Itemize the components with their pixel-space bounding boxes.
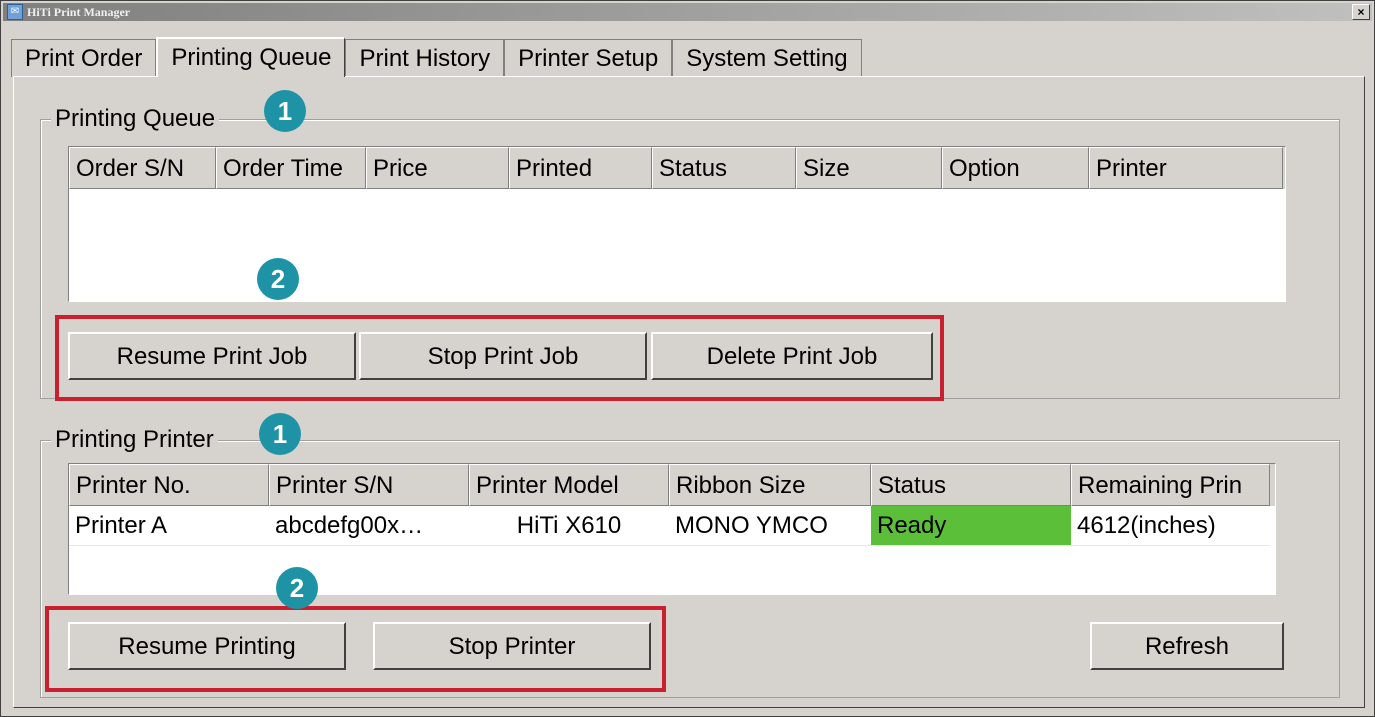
queue-col-option[interactable]: Option: [942, 147, 1089, 189]
tab-page: Printing Queue Order S/N Order Time Pric…: [13, 76, 1365, 708]
printer-model-cell: HiTi X610: [469, 506, 669, 546]
stop-printer-button[interactable]: Stop Printer: [373, 622, 651, 670]
printer-status-cell: Ready: [871, 506, 1071, 546]
tab-print-order[interactable]: Print Order: [11, 39, 157, 77]
printer-col-model[interactable]: Printer Model: [469, 464, 669, 506]
printer-no-cell: Printer A: [69, 506, 269, 546]
app-icon: ✉: [7, 4, 23, 20]
queue-listview[interactable]: Order S/N Order Time Price Printed Statu…: [68, 146, 1286, 302]
queue-header: Order S/N Order Time Price Printed Statu…: [69, 147, 1285, 189]
queue-col-price[interactable]: Price: [366, 147, 509, 189]
queue-col-order-time[interactable]: Order Time: [216, 147, 366, 189]
title-bar: ✉ HiTi Print Manager ×: [3, 3, 1372, 21]
printing-queue-group-label: Printing Queue: [51, 105, 220, 133]
refresh-button[interactable]: Refresh: [1090, 622, 1284, 670]
printer-step-2-badge: 2: [276, 567, 318, 609]
resume-printing-button[interactable]: Resume Printing: [68, 622, 346, 670]
delete-print-job-button[interactable]: Delete Print Job: [651, 332, 933, 380]
printer-sn-cell: abcdefg00x…: [269, 506, 469, 546]
printing-printer-group: Printing Printer Printer No. Printer S/N…: [40, 426, 1340, 698]
resume-print-job-button[interactable]: Resume Print Job: [68, 332, 356, 380]
queue-col-printer[interactable]: Printer: [1089, 147, 1283, 189]
close-button[interactable]: ×: [1352, 4, 1370, 20]
app-window: ✉ HiTi Print Manager × Print Order Print…: [0, 0, 1375, 717]
printer-col-remaining[interactable]: Remaining Prin: [1071, 464, 1270, 506]
tab-bar: Print Order Printing Queue Print History…: [11, 37, 862, 77]
printer-header: Printer No. Printer S/N Printer Model Ri…: [69, 464, 1275, 506]
tab-print-history[interactable]: Print History: [345, 39, 505, 77]
printer-remaining-cell: 4612(inches): [1071, 506, 1270, 546]
printing-printer-group-label: Printing Printer: [51, 426, 218, 454]
printing-queue-group: Printing Queue Order S/N Order Time Pric…: [40, 105, 1340, 401]
printer-col-no[interactable]: Printer No.: [69, 464, 269, 506]
printer-col-sn[interactable]: Printer S/N: [269, 464, 469, 506]
queue-col-size[interactable]: Size: [796, 147, 942, 189]
tab-printing-queue[interactable]: Printing Queue: [156, 37, 346, 77]
queue-col-order-sn[interactable]: Order S/N: [69, 147, 216, 189]
printer-col-ribbon[interactable]: Ribbon Size: [669, 464, 871, 506]
tab-printer-setup[interactable]: Printer Setup: [504, 39, 673, 77]
queue-step-1-badge: 1: [264, 90, 306, 132]
tab-system-setting[interactable]: System Setting: [672, 39, 862, 77]
stop-print-job-button[interactable]: Stop Print Job: [359, 332, 647, 380]
printer-col-status[interactable]: Status: [871, 464, 1071, 506]
printer-listview[interactable]: Printer No. Printer S/N Printer Model Ri…: [68, 463, 1276, 595]
queue-col-status[interactable]: Status: [652, 147, 796, 189]
window-title: HiTi Print Manager: [27, 4, 131, 19]
printer-step-1-badge: 1: [259, 413, 301, 455]
queue-step-2-badge: 2: [257, 258, 299, 300]
queue-col-printed[interactable]: Printed: [509, 147, 652, 189]
printer-ribbon-cell: MONO YMCO: [669, 506, 871, 546]
printer-row[interactable]: Printer A abcdefg00x… HiTi X610 MONO YMC…: [69, 506, 1275, 546]
